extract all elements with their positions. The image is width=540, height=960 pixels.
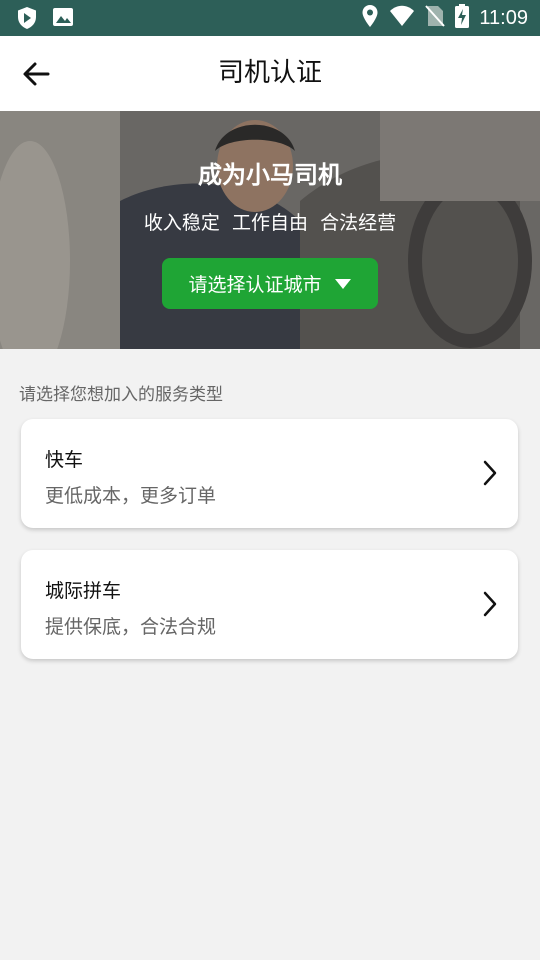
service-card-subtitle: 提供保底，合法合规 bbox=[45, 616, 217, 638]
banner-slogan: 收入稳定 工作自由 合法经营 bbox=[143, 212, 397, 234]
back-button[interactable] bbox=[18, 56, 54, 92]
status-time: 11:09 bbox=[479, 6, 528, 29]
banner-headline: 成为小马司机 bbox=[198, 161, 342, 189]
page-title: 司机认证 bbox=[217, 58, 322, 88]
banner: 成为小马司机 收入稳定 工作自由 合法经营 请选择认证城市 bbox=[0, 111, 540, 349]
status-bar: 11:09 bbox=[0, 0, 540, 36]
no-sim-icon bbox=[425, 5, 446, 31]
image-icon bbox=[52, 6, 74, 34]
select-city-label: 请选择认证城市 bbox=[188, 274, 322, 296]
caret-down-icon bbox=[334, 278, 351, 289]
service-card-title: 快车 bbox=[45, 449, 84, 471]
service-card-subtitle: 更低成本，更多订单 bbox=[45, 485, 217, 507]
service-card-express[interactable]: 快车 更低成本，更多订单 bbox=[21, 419, 518, 528]
app-bar: 司机认证 bbox=[0, 36, 540, 111]
shield-icon bbox=[16, 6, 38, 34]
location-icon bbox=[361, 4, 379, 32]
chevron-right-icon bbox=[483, 591, 497, 617]
section-label: 请选择您想加入的服务类型 bbox=[19, 385, 223, 405]
arrow-left-icon bbox=[23, 62, 50, 86]
service-card-title: 城际拼车 bbox=[45, 580, 122, 602]
battery-charging-icon bbox=[455, 4, 470, 32]
chevron-right-icon bbox=[483, 460, 497, 486]
wifi-icon bbox=[389, 5, 415, 31]
service-card-intercity[interactable]: 城际拼车 提供保底，合法合规 bbox=[21, 550, 518, 659]
select-city-button[interactable]: 请选择认证城市 bbox=[162, 258, 378, 309]
